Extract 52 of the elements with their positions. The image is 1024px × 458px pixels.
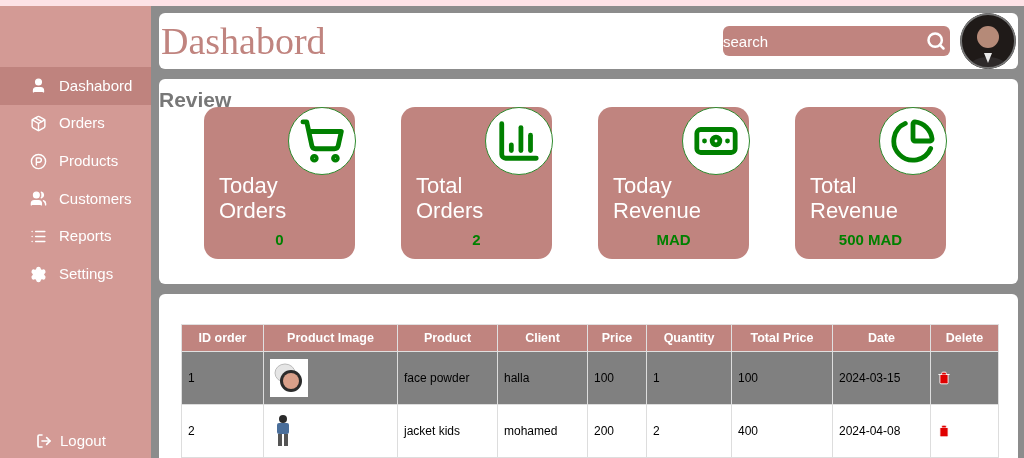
logout-link[interactable]: Logout bbox=[0, 429, 151, 452]
card-label: Today Orders bbox=[219, 173, 288, 223]
table-cell: 100 bbox=[738, 371, 759, 385]
sidebar-item[interactable]: Settings bbox=[0, 255, 151, 294]
sidebar-item[interactable]: Customers bbox=[0, 180, 151, 218]
card-value: 0 bbox=[274, 230, 285, 250]
column-header: Total Price bbox=[731, 324, 833, 352]
table-cell: face powder bbox=[404, 371, 470, 385]
table-cell: 1 bbox=[653, 371, 660, 385]
table-cell: mohamed bbox=[504, 424, 558, 438]
logout-icon bbox=[36, 432, 52, 449]
card-value: 500 MAD bbox=[837, 230, 904, 250]
table-cell: 2024-03-15 bbox=[839, 371, 901, 385]
search-icon[interactable] bbox=[926, 31, 946, 51]
column-header: Date bbox=[832, 324, 931, 352]
users-icon bbox=[30, 190, 47, 208]
table-cell: 2 bbox=[653, 424, 660, 438]
column-header: Quantity bbox=[646, 324, 732, 352]
page-title: Dashabord bbox=[161, 22, 326, 60]
column-header: Price bbox=[587, 324, 647, 352]
card-value: MAD bbox=[655, 230, 692, 250]
table-cell: 200 bbox=[594, 424, 615, 438]
table-cell: 1 bbox=[188, 371, 195, 385]
column-header: Delete bbox=[930, 324, 999, 352]
table-cell: 400 bbox=[738, 424, 759, 438]
box-icon bbox=[30, 115, 47, 133]
card-value: 2 bbox=[471, 230, 482, 250]
column-header: Product Image bbox=[263, 324, 398, 352]
column-header: ID order bbox=[181, 324, 264, 352]
sidebar-item[interactable]: Reports bbox=[0, 217, 151, 256]
table-cell: 100 bbox=[594, 371, 615, 385]
table-cell: jacket kids bbox=[404, 424, 461, 438]
card-label: Today Revenue bbox=[613, 173, 703, 223]
delete-icon[interactable] bbox=[937, 424, 951, 438]
user-icon bbox=[30, 77, 47, 95]
table-cell: halla bbox=[504, 371, 530, 385]
table-cell: 2024-04-08 bbox=[839, 424, 901, 438]
table-cell: 2 bbox=[188, 424, 195, 438]
sidebar-item[interactable]: Products bbox=[0, 142, 151, 181]
settings-icon bbox=[30, 265, 47, 283]
sidebar-item[interactable]: Orders bbox=[0, 104, 151, 143]
search-field[interactable]: search bbox=[723, 26, 950, 56]
sidebar-item[interactable]: Dashabord bbox=[0, 67, 151, 105]
card-label: Total Revenue bbox=[810, 173, 900, 223]
card-label: Total Orders bbox=[416, 173, 485, 223]
delete-icon[interactable] bbox=[937, 371, 951, 385]
section-title: Review bbox=[159, 89, 233, 110]
table-row[interactable]: 2 jacket kids mohamed 200 2 400 2024-04-08 bbox=[181, 404, 999, 458]
column-header: Client bbox=[497, 324, 588, 352]
p-circle-icon bbox=[30, 152, 47, 170]
column-header: Product bbox=[397, 324, 498, 352]
table-row[interactable]: 1 face powder halla 100 1 100 2024-03-15 bbox=[181, 351, 999, 405]
